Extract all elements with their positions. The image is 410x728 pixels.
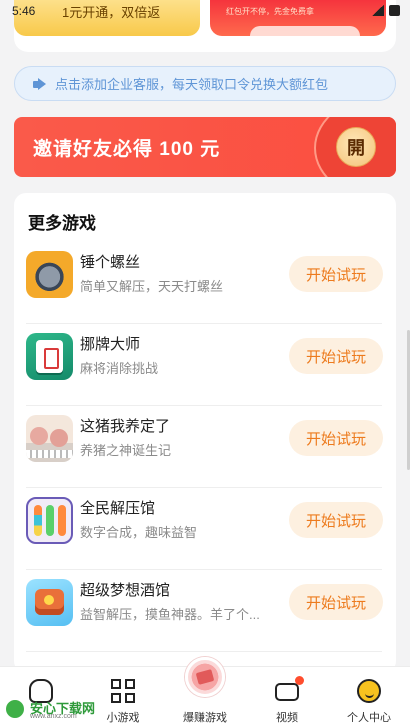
nav-label: 爆赚游戏	[183, 712, 227, 724]
status-icons	[372, 5, 400, 16]
start-trial-button[interactable]: 开始试玩	[289, 502, 383, 538]
nav-video[interactable]: 视频	[246, 667, 328, 728]
sort-tubes-icon	[26, 497, 73, 544]
screw-game-icon	[26, 251, 73, 298]
battery-icon	[389, 5, 400, 16]
status-time: 5:46	[12, 4, 36, 18]
game-name: 超级梦想酒馆	[80, 582, 171, 599]
game-desc: 麻将消除挑战	[80, 361, 159, 376]
mahjong-icon	[26, 333, 73, 380]
game-name: 锤个螺丝	[80, 254, 141, 271]
cloud-decoration	[250, 26, 360, 36]
section-title: 更多游戏	[28, 214, 96, 233]
signal-icon	[372, 5, 384, 16]
start-trial-button[interactable]: 开始试玩	[289, 256, 383, 292]
pig-icon	[26, 415, 73, 462]
nav-profile[interactable]: 个人中心	[328, 667, 410, 728]
grid-icon	[111, 679, 135, 703]
status-bar: 5:46	[0, 0, 410, 22]
customer-service-notice[interactable]: 点击添加企业客服，每天领取口令兑换大额红包	[14, 66, 396, 101]
video-icon	[275, 676, 304, 701]
game-desc: 养猪之神诞生记	[80, 443, 172, 458]
nav-label: 视频	[276, 712, 298, 724]
more-games-panel: 更多游戏 锤个螺丝 简单又解压，天天打螺丝 开始试玩 挪牌大师 麻将消除挑战 开…	[14, 193, 396, 673]
game-desc: 益智解压，摸鱼神器。羊了个...	[80, 607, 260, 622]
megaphone-icon	[33, 78, 49, 90]
nav-label: 个人中心	[347, 712, 391, 724]
game-name: 全民解压馆	[80, 500, 156, 517]
game-desc: 简单又解压，天天打螺丝	[80, 279, 224, 294]
start-trial-button[interactable]: 开始试玩	[289, 584, 383, 620]
start-trial-button[interactable]: 开始试玩	[289, 420, 383, 456]
start-trial-button[interactable]: 开始试玩	[289, 338, 383, 374]
hotel-icon	[26, 579, 73, 626]
open-button[interactable]: 開	[336, 127, 376, 167]
divider	[26, 651, 382, 652]
game-row[interactable]: 超级梦想酒馆 益智解压，摸鱼神器。羊了个... 开始试玩	[14, 570, 396, 652]
smile-icon	[357, 679, 381, 703]
money-icon[interactable]	[185, 657, 225, 697]
game-name: 这猪我养定了	[80, 418, 171, 435]
game-name: 挪牌大师	[80, 336, 141, 353]
game-row[interactable]: 挪牌大师 麻将消除挑战 开始试玩	[14, 324, 396, 406]
invite-friends-banner[interactable]: 邀请好友必得 100 元 開	[14, 117, 396, 177]
notice-text: 点击添加企业客服，每天领取口令兑换大额红包	[55, 77, 329, 92]
shield-logo-icon	[4, 698, 26, 720]
site-watermark: 安心下载网 www.anxz.com	[4, 696, 104, 724]
watermark-url: www.anxz.com	[30, 713, 77, 720]
game-desc: 数字合成，趣味益智	[80, 525, 198, 540]
game-row[interactable]: 全民解压馆 数字合成，趣味益智 开始试玩	[14, 488, 396, 570]
game-row[interactable]: 锤个螺丝 简单又解压，天天打螺丝 开始试玩	[14, 242, 396, 324]
invite-title: 邀请好友必得 100 元	[33, 139, 221, 160]
game-row[interactable]: 这猪我养定了 养猪之神诞生记 开始试玩	[14, 406, 396, 488]
